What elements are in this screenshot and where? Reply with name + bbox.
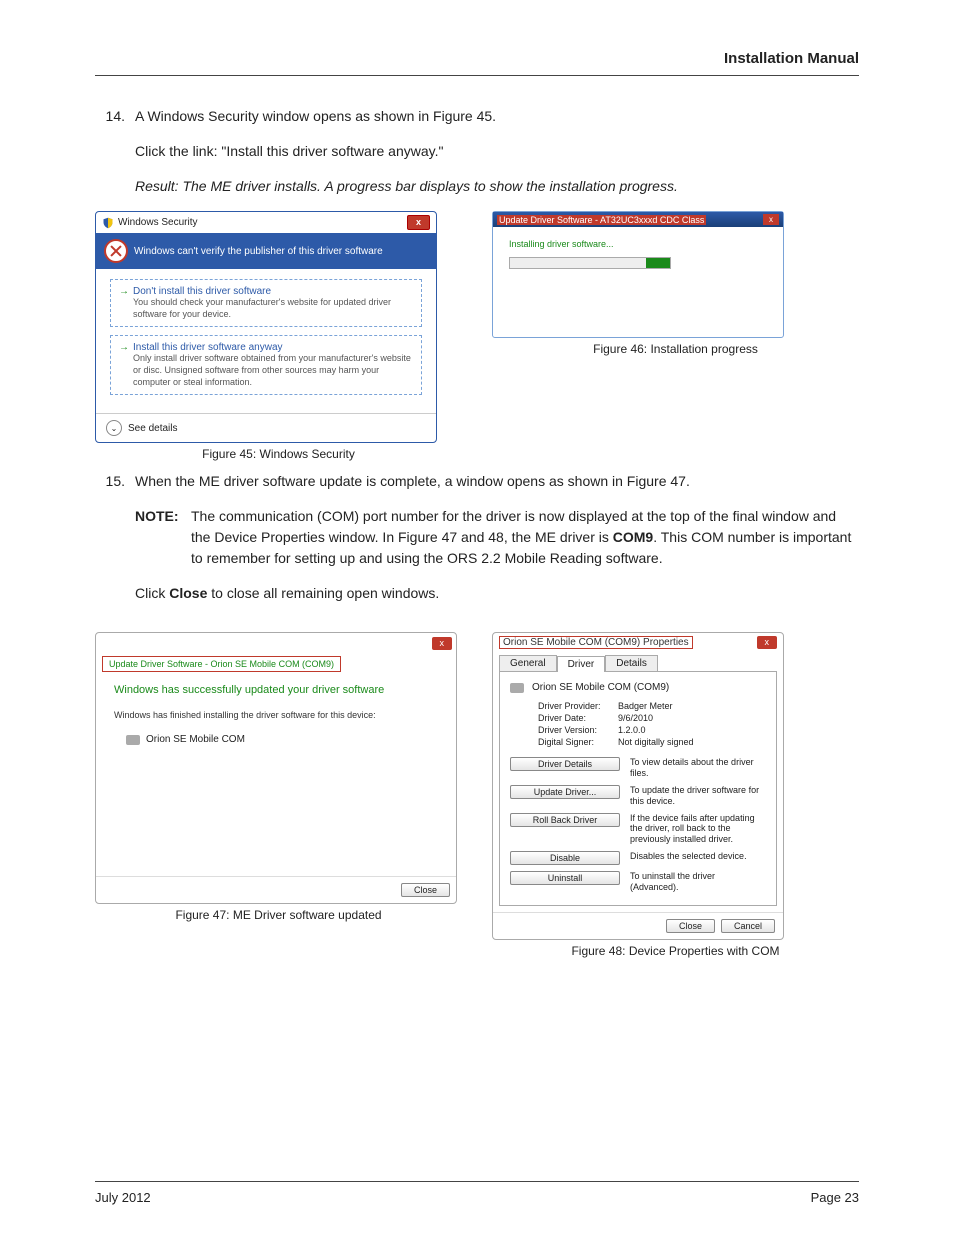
note-label: NOTE: <box>135 506 191 569</box>
tab-driver[interactable]: Driver <box>557 656 606 672</box>
step14-result: Result: The ME driver installs. A progre… <box>135 176 859 197</box>
opt1-sub: You should check your manufacturer's web… <box>133 297 413 320</box>
tab-general[interactable]: General <box>499 655 557 671</box>
fig46-title: Update Driver Software - AT32UC3xxxd CDC… <box>497 215 706 225</box>
action-desc: To uninstall the driver (Advanced). <box>630 871 766 893</box>
opt1-title: Don't install this driver software <box>133 286 271 297</box>
close-button[interactable]: Close <box>666 919 715 933</box>
step-number: 14. <box>95 106 135 197</box>
fig45-caption: Figure 45: Windows Security <box>95 447 462 461</box>
update-driver-button[interactable]: Update Driver... <box>510 785 620 799</box>
fig48-device-name: Orion SE Mobile COM (COM9) <box>532 682 669 693</box>
driver-details-button[interactable]: Driver Details <box>510 757 620 771</box>
fig47-device: Orion SE Mobile COM <box>146 734 245 745</box>
footer-page: Page 23 <box>811 1190 859 1205</box>
step14-click: Click the link: "Install this driver sof… <box>135 141 859 162</box>
header-rule <box>95 75 859 76</box>
device-icon <box>126 735 140 745</box>
kv-val: 9/6/2010 <box>618 713 653 723</box>
kv-key: Driver Provider: <box>538 701 618 711</box>
uninstall-button[interactable]: Uninstall <box>510 871 620 885</box>
fig46-status: Installing driver software... <box>509 239 767 249</box>
opt2-title: Install this driver software anyway <box>133 342 283 353</box>
close-button[interactable]: Close <box>401 883 450 897</box>
fig47-caption: Figure 47: ME Driver software updated <box>95 908 462 922</box>
note-text: The communication (COM) port number for … <box>191 506 859 569</box>
kv-val: Not digitally signed <box>618 737 694 747</box>
step14-line: A Windows Security window opens as shown… <box>135 106 859 127</box>
disable-button[interactable]: Disable <box>510 851 620 865</box>
step-number: 15. <box>95 471 135 618</box>
action-desc: To view details about the driver files. <box>630 757 766 779</box>
fig48-caption: Figure 48: Device Properties with COM <box>492 944 859 958</box>
close-instruction: Click Close to close all remaining open … <box>135 583 859 604</box>
action-desc: Disables the selected device. <box>630 851 766 862</box>
kv-val: Badger Meter <box>618 701 673 711</box>
fig47-window: x Update Driver Software - Orion SE Mobi… <box>95 632 457 904</box>
kv-key: Digital Signer: <box>538 737 618 747</box>
fig45-title: Windows Security <box>118 217 197 228</box>
close-button[interactable]: x <box>407 215 430 230</box>
fig47-heading: Windows has successfully updated your dr… <box>114 684 438 696</box>
fig48-title: Orion SE Mobile COM (COM9) Properties <box>499 636 693 649</box>
shield-icon <box>102 217 114 229</box>
fig47-line: Windows has finished installing the driv… <box>114 710 438 720</box>
fig47-breadcrumb: Update Driver Software - Orion SE Mobile… <box>102 656 341 672</box>
tab-details[interactable]: Details <box>605 655 658 671</box>
step15-line: When the ME driver software update is co… <box>135 471 859 492</box>
see-details-label: See details <box>128 423 177 434</box>
roll-back-driver-button[interactable]: Roll Back Driver <box>510 813 620 827</box>
arrow-right-icon: → <box>119 286 129 297</box>
fig45-window: Windows Security x Windows can't verify … <box>95 211 437 443</box>
x-circle-icon <box>104 239 128 263</box>
chevron-down-icon: ⌄ <box>106 420 122 436</box>
footer-date: July 2012 <box>95 1190 151 1205</box>
fig46-caption: Figure 46: Installation progress <box>492 342 859 356</box>
see-details-toggle[interactable]: ⌄ See details <box>96 413 436 442</box>
action-desc: If the device fails after updating the d… <box>630 813 766 845</box>
close-button[interactable]: x <box>763 214 779 225</box>
kv-key: Driver Version: <box>538 725 618 735</box>
arrow-right-icon: → <box>119 342 129 353</box>
cancel-button[interactable]: Cancel <box>721 919 775 933</box>
action-desc: To update the driver software for this d… <box>630 785 766 807</box>
page-header: Installation Manual <box>95 50 859 75</box>
fig48-window: Orion SE Mobile COM (COM9) Properties x … <box>492 632 784 939</box>
option-install-anyway[interactable]: → Install this driver software anyway Onl… <box>110 335 422 395</box>
fig46-window: Update Driver Software - AT32UC3xxxd CDC… <box>492 211 784 338</box>
kv-key: Driver Date: <box>538 713 618 723</box>
device-icon <box>510 683 524 693</box>
fig45-warning: Windows can't verify the publisher of th… <box>134 246 383 257</box>
close-button[interactable]: x <box>757 636 778 649</box>
kv-val: 1.2.0.0 <box>618 725 646 735</box>
opt2-sub: Only install driver software obtained fr… <box>133 353 413 388</box>
close-button[interactable]: x <box>432 637 453 650</box>
option-dont-install[interactable]: → Don't install this driver software You … <box>110 279 422 327</box>
progress-bar <box>509 257 671 269</box>
